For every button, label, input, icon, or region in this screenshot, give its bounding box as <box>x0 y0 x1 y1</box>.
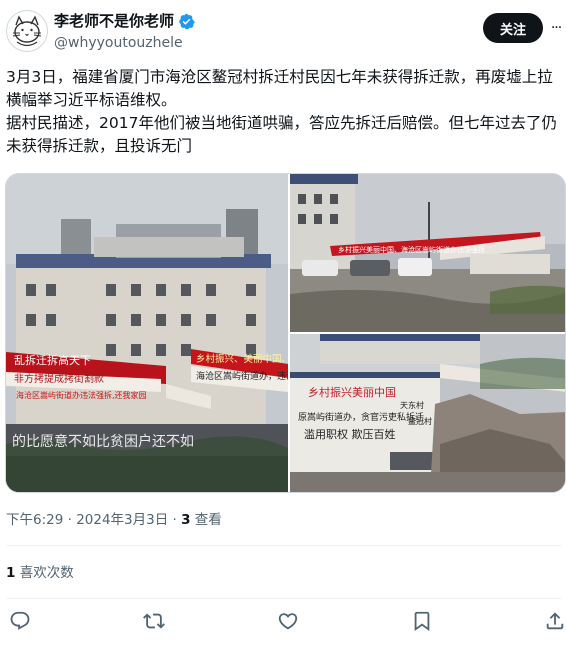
photo-1[interactable]: 乱拆迁拆高天下 非方拷提成拷街割款 乡村振兴、美丽中国、 海沧区嵩屿街道办，违法… <box>6 174 288 492</box>
tweet-header: 李老师不是你老师 @whyyoutouzhele 关注 ··· <box>0 0 566 64</box>
banner-text: 天东村 <box>400 400 424 410</box>
handle[interactable]: @whyyoutouzhele <box>54 34 183 52</box>
banner-text: 海沧区嵩屿街道办违法强拆,还我家园 <box>16 390 147 400</box>
photo-2[interactable]: 乡村振兴美丽中国、海沧区嵩屿街道办违法强拆 <box>290 174 565 332</box>
banner-text: 乡村振兴、美丽中国、 <box>196 353 288 365</box>
verified-badge-icon <box>178 13 195 30</box>
retweet-icon[interactable] <box>143 610 169 636</box>
wall-graffiti-text: 的比愿意不如比贫困户还不如 <box>12 433 194 450</box>
name-line: 李老师不是你老师 <box>54 12 195 30</box>
banner-text: 乱拆迁拆高天下 <box>14 353 91 367</box>
views-label: 查看 <box>190 512 222 528</box>
bookmark-icon[interactable] <box>411 610 437 636</box>
display-name[interactable]: 李老师不是你老师 <box>54 12 174 30</box>
follow-button[interactable]: 关注 <box>483 13 543 43</box>
banner-text: 非方拷提成拷街割款 <box>14 372 104 385</box>
heart-icon[interactable] <box>277 610 303 636</box>
banner-text: 乡村振兴美丽中国、海沧区嵩屿街道办违法强拆 <box>338 245 485 254</box>
banner-text: 鳌冠村 <box>408 416 432 426</box>
banner-text: 乡村振兴美丽中国 <box>308 385 396 399</box>
media-grid: 乱拆迁拆高天下 非方拷提成拷街割款 乡村振兴、美丽中国、 海沧区嵩屿街道办，违法… <box>5 173 566 493</box>
cat-sketch-avatar <box>12 15 42 47</box>
reply-icon[interactable] <box>9 610 35 636</box>
banner-text: 滥用职权 欺压百姓 <box>304 427 396 441</box>
more-options-icon[interactable]: ··· <box>549 18 563 38</box>
likes-label: 喜欢次数 <box>15 565 74 581</box>
divider <box>6 598 562 599</box>
banner-text: 海沧区嵩屿街道办，违法 <box>196 370 288 382</box>
meta-separator: · <box>168 512 182 528</box>
divider <box>6 545 562 546</box>
tweet-text: 3月3日，福建省厦门市海沧区鳌冠村拆迁村民因七年未获得拆迁款，再废墟上拉横幅举习… <box>6 68 557 155</box>
avatar[interactable] <box>6 10 48 52</box>
views-count: 3 <box>181 512 191 528</box>
action-bar <box>0 610 566 640</box>
timestamp[interactable]: 下午6:29 · 2024年3月3日 <box>6 512 168 528</box>
banner-text: 原嵩屿街道办，贪官污吏私拆迁 <box>298 411 424 423</box>
likes-stat[interactable]: 1 喜欢次数 <box>6 563 74 583</box>
likes-count: 1 <box>6 565 16 581</box>
tweet-meta: 下午6:29 · 2024年3月3日 · 3 查看 <box>6 510 222 530</box>
share-icon[interactable] <box>544 610 566 636</box>
photo-3[interactable]: 乡村振兴美丽中国 天东村 原嵩屿街道办，贪官污吏私拆迁 滥用职权 欺压百姓 鳌冠… <box>290 334 565 492</box>
